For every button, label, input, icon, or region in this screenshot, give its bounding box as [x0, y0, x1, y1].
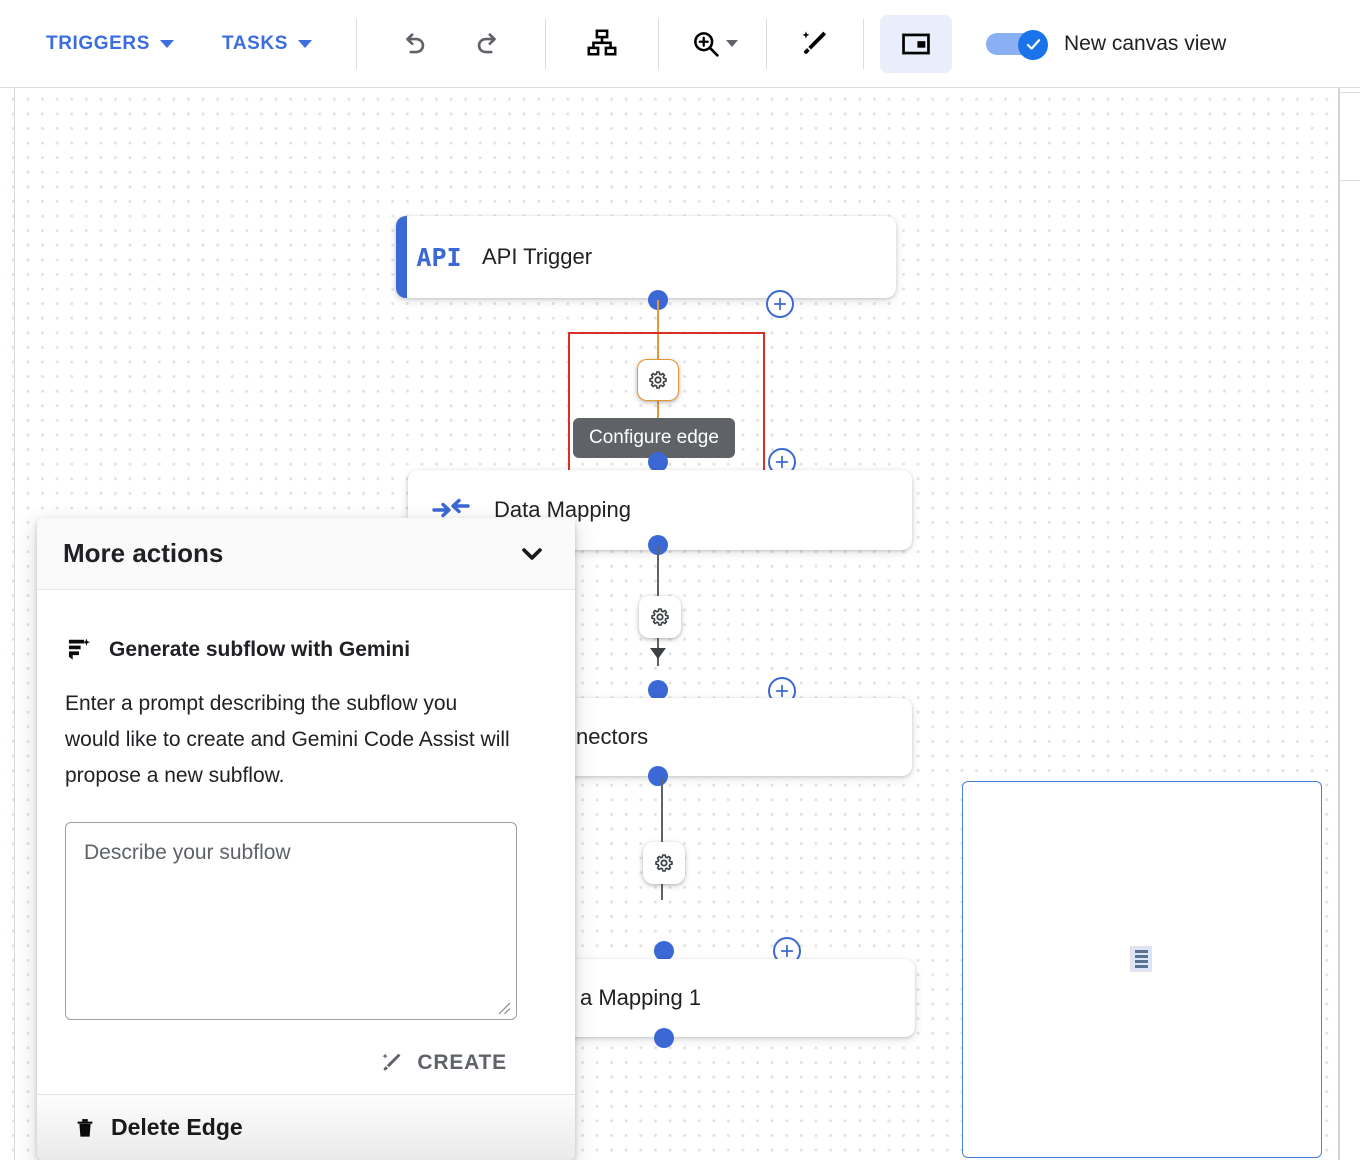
undo-button[interactable]	[385, 16, 441, 72]
canvas-right-gutter	[1340, 88, 1360, 1160]
auto-layout-icon	[587, 29, 617, 55]
subflow-textarea[interactable]: Describe your subflow	[65, 822, 517, 1020]
minimap-node-line	[1134, 955, 1148, 958]
plus-circle-icon	[775, 684, 789, 698]
generate-subflow-title: Generate subflow with Gemini	[109, 638, 411, 661]
gear-icon	[649, 371, 667, 389]
chevron-down-icon	[726, 40, 739, 47]
undo-icon	[406, 32, 425, 53]
redo-button[interactable]	[461, 16, 517, 72]
create-button[interactable]: CREATE	[369, 1042, 517, 1084]
triggers-label: TRIGGERS	[46, 32, 151, 54]
toolbar-divider	[658, 18, 660, 69]
magic-wand-icon	[802, 30, 827, 54]
delete-edge-button[interactable]: Delete Edge	[37, 1094, 575, 1160]
new-canvas-view-toggle[interactable]	[986, 29, 1049, 60]
canvas-left-border	[14, 88, 15, 1160]
node-api-trigger[interactable]: API API Trigger	[396, 216, 896, 298]
resize-grip-icon[interactable]	[494, 998, 512, 1016]
configure-edge-button[interactable]	[637, 359, 679, 401]
zoom-button[interactable]	[683, 16, 744, 72]
redo-icon	[477, 32, 496, 53]
chevron-down-icon	[298, 39, 313, 48]
port-data-mapping-1-out[interactable]	[654, 1028, 674, 1048]
gutter-tick	[1340, 92, 1360, 93]
more-actions-panel[interactable]: More actions Generate subflow with Gemin…	[37, 518, 575, 1160]
generate-subflow-description: Enter a prompt describing the subflow yo…	[65, 692, 510, 787]
generate-subflow-heading: Generate subflow with Gemini	[65, 636, 547, 664]
zoom-in-icon	[694, 31, 719, 57]
plus-circle-icon	[773, 297, 787, 311]
gear-icon	[655, 854, 673, 872]
node-accent-bar	[396, 216, 407, 298]
api-icon: API	[416, 242, 462, 272]
magic-wand-icon	[382, 1053, 401, 1071]
minimap-node-line	[1134, 965, 1148, 968]
trash-icon	[77, 1118, 93, 1137]
chevron-down-icon	[160, 39, 175, 48]
more-actions-header[interactable]: More actions	[37, 518, 575, 590]
tasks-menu-button[interactable]: TASKS	[216, 23, 318, 65]
plus-circle-icon	[780, 944, 794, 958]
minimap-node-line	[1134, 960, 1148, 963]
port-data-mapping-in[interactable]	[648, 452, 668, 472]
subflow-placeholder: Describe your subflow	[84, 841, 291, 864]
toolbar-divider	[863, 18, 865, 69]
add-node-button-api-trigger[interactable]	[766, 290, 794, 318]
minimap-node-line	[1134, 950, 1148, 953]
create-row: CREATE	[65, 1042, 517, 1084]
chevron-down-icon[interactable]	[515, 537, 549, 571]
toggle-side-panel-icon	[902, 33, 930, 54]
toggle-knob	[1018, 29, 1049, 60]
edge-arrow	[650, 648, 666, 659]
new-canvas-view-toggle-group[interactable]: New canvas view	[986, 29, 1227, 60]
toggle-side-panel-button[interactable]	[880, 14, 953, 73]
port-connectors-in[interactable]	[648, 680, 668, 700]
panel-title: More actions	[63, 538, 224, 568]
node-title: API Trigger	[482, 244, 593, 269]
toolbar-divider	[356, 18, 358, 69]
configure-edge-button-2[interactable]	[639, 596, 681, 638]
node-title: a Mapping 1	[580, 985, 702, 1010]
gear-icon	[651, 608, 669, 626]
top-toolbar: TRIGGERS TASKS New canvas view	[0, 0, 1360, 88]
port-data-mapping-1-in[interactable]	[654, 941, 674, 961]
gemini-generate-icon	[68, 638, 91, 660]
magic-wand-button[interactable]	[787, 16, 843, 72]
node-title: nectors	[576, 724, 649, 749]
create-button-label: CREATE	[417, 1051, 507, 1074]
delete-edge-label: Delete Edge	[111, 1114, 243, 1140]
minimap-panel[interactable]	[962, 781, 1322, 1158]
plus-circle-icon	[775, 455, 789, 469]
gutter-tick	[1340, 180, 1360, 181]
toolbar-divider	[545, 18, 547, 69]
triggers-menu-button[interactable]: TRIGGERS	[40, 23, 180, 65]
more-actions-body: Generate subflow with Gemini Enter a pro…	[37, 590, 575, 1084]
port-connectors-out[interactable]	[648, 766, 668, 786]
check-icon	[1026, 39, 1040, 50]
configure-edge-button-3[interactable]	[643, 842, 685, 884]
toolbar-divider	[766, 18, 768, 69]
auto-layout-button[interactable]	[574, 16, 630, 72]
new-canvas-view-label: New canvas view	[1064, 31, 1227, 55]
minimap-node[interactable]	[1130, 946, 1152, 972]
tasks-label: TASKS	[222, 32, 289, 54]
